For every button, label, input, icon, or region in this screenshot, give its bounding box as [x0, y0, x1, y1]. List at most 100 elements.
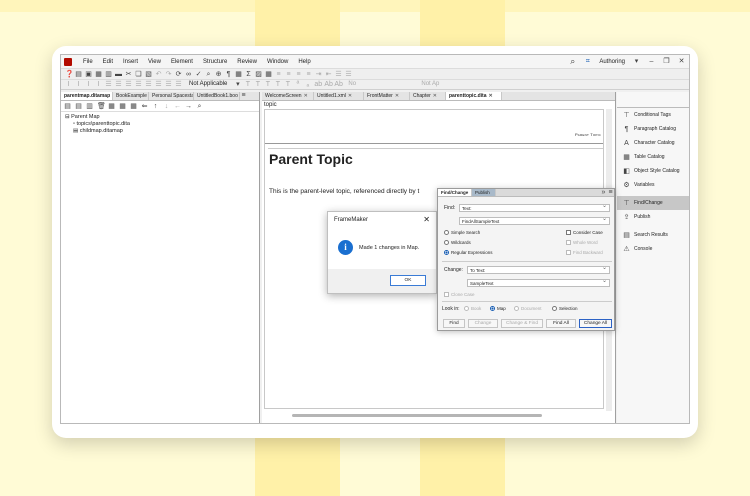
- simple-search-option[interactable]: Simple Search: [444, 230, 480, 235]
- arrow-right-icon[interactable]: →: [185, 103, 192, 110]
- tab-parenttopic[interactable]: parenttopic.dita ✕: [446, 92, 502, 100]
- find-button[interactable]: Find: [443, 319, 465, 328]
- horizontal-scrollbar[interactable]: [292, 414, 542, 417]
- map-save2-icon[interactable]: ▤: [75, 103, 82, 110]
- text-t1-icon[interactable]: T: [244, 81, 251, 88]
- arrow-left2-icon[interactable]: ←: [174, 103, 181, 110]
- close-icon[interactable]: ✕: [678, 58, 685, 65]
- cursor4-icon[interactable]: I: [95, 81, 102, 88]
- close-icon[interactable]: ✕: [489, 93, 493, 99]
- character-catalog-button[interactable]: A Character Catalog: [617, 136, 689, 150]
- para7-icon[interactable]: ☰: [165, 81, 172, 88]
- superscript-icon[interactable]: ª: [294, 81, 301, 88]
- change-and-find-button[interactable]: Change & Find: [501, 319, 543, 328]
- symbol-icon[interactable]: ¶: [225, 71, 232, 78]
- checkbox[interactable]: [566, 250, 571, 255]
- menu-help[interactable]: Help: [293, 59, 315, 65]
- frame-icon[interactable]: ⌗: [584, 58, 591, 65]
- tab-frontmatter[interactable]: FrontMatter ✕: [364, 92, 410, 100]
- object-style-catalog-button[interactable]: ◧ Object Style Catalog: [617, 164, 689, 178]
- indent-icon[interactable]: ⇥: [315, 71, 322, 78]
- search-results-button[interactable]: ▤ Search Results: [617, 228, 689, 242]
- menu-edit[interactable]: Edit: [98, 59, 118, 65]
- help-icon[interactable]: ❓: [65, 71, 74, 78]
- para3-icon[interactable]: ☰: [125, 81, 132, 88]
- save-icon[interactable]: ▦: [95, 71, 102, 78]
- checkbox[interactable]: [566, 240, 571, 245]
- close-icon[interactable]: ✕: [395, 93, 399, 99]
- radio[interactable]: [444, 230, 449, 235]
- radio[interactable]: [464, 306, 469, 311]
- menu-file[interactable]: File: [78, 59, 98, 65]
- abc-icon[interactable]: ab: [314, 81, 322, 88]
- arrow-down-icon[interactable]: ↓: [163, 103, 170, 110]
- close-icon[interactable]: ✕: [423, 215, 430, 224]
- find-icon[interactable]: ⌕: [205, 71, 212, 78]
- tree-item-topic[interactable]: ▫ topics\parenttopic.dita: [61, 121, 259, 128]
- subscript-icon[interactable]: ₐ: [304, 81, 311, 88]
- list-icon[interactable]: ☰: [335, 71, 342, 78]
- minimize-icon[interactable]: –: [648, 58, 655, 65]
- chevron-down-icon[interactable]: ▾: [234, 81, 241, 88]
- outdent-icon[interactable]: ⇤: [325, 71, 332, 78]
- para4-icon[interactable]: ☰: [135, 81, 142, 88]
- zoom-icon[interactable]: ⊕: [215, 71, 222, 78]
- no-select[interactable]: No: [344, 80, 414, 89]
- radio[interactable]: [444, 250, 449, 255]
- tab-untitledbook[interactable]: UntitledBook1.boo: [194, 92, 240, 100]
- map-print-icon[interactable]: ▥: [86, 103, 93, 110]
- para6-icon[interactable]: ☰: [155, 81, 162, 88]
- lock-icon[interactable]: ▬: [115, 71, 122, 78]
- console-button[interactable]: ⚠ Console: [617, 242, 689, 256]
- find-change-button[interactable]: ⊤ Find/Change: [617, 196, 689, 210]
- align3-icon[interactable]: ≡: [295, 71, 302, 78]
- find-all-button[interactable]: Find All: [546, 319, 576, 328]
- radio[interactable]: [514, 306, 519, 311]
- tab-bookexample[interactable]: BookExample: [113, 92, 149, 100]
- chevron-down-icon[interactable]: ▾: [633, 58, 640, 65]
- refresh-icon[interactable]: ⟳: [175, 71, 182, 78]
- ok-button[interactable]: OK: [390, 275, 426, 286]
- print-icon[interactable]: ▥: [105, 71, 112, 78]
- change-text-input[interactable]: SampleText: [467, 278, 610, 287]
- menu-element[interactable]: Element: [166, 59, 198, 65]
- variables-button[interactable]: ⚙ Variables: [617, 178, 689, 192]
- tab-untitled1[interactable]: Untitled1.xml ✕: [314, 92, 364, 100]
- collapse-icon[interactable]: »: [600, 189, 607, 196]
- find-backward-checkbox[interactable]: Find Backward: [566, 250, 603, 255]
- change-all-button[interactable]: Change All: [579, 319, 612, 328]
- map-add3-icon[interactable]: ▦: [130, 103, 137, 110]
- menu-view[interactable]: View: [143, 59, 166, 65]
- change-button[interactable]: Change: [468, 319, 498, 328]
- menu-window[interactable]: Window: [262, 59, 293, 65]
- tab-find-change[interactable]: Find/Change: [438, 189, 472, 196]
- menu-structure[interactable]: Structure: [198, 59, 232, 65]
- menu-insert[interactable]: Insert: [118, 59, 143, 65]
- checkbox[interactable]: [444, 292, 449, 297]
- sigma-icon[interactable]: Σ: [245, 71, 252, 78]
- link-icon[interactable]: ∞: [185, 71, 192, 78]
- cursor2-icon[interactable]: I: [75, 81, 82, 88]
- spell-icon[interactable]: ✓: [195, 71, 202, 78]
- wildcards-option[interactable]: Wildcards: [444, 240, 471, 245]
- arrow-up-icon[interactable]: ↑: [152, 103, 159, 110]
- paste-icon[interactable]: ▧: [145, 71, 152, 78]
- paragraph-catalog-button[interactable]: ¶ Paragraph Catalog: [617, 122, 689, 136]
- para2-icon[interactable]: ☰: [115, 81, 122, 88]
- redo-icon[interactable]: ↷: [165, 71, 172, 78]
- cut-icon[interactable]: ✂: [125, 71, 132, 78]
- cursor-icon[interactable]: I: [65, 81, 72, 88]
- restore-icon[interactable]: ❐: [663, 58, 670, 65]
- pod-menu-icon[interactable]: ≡: [607, 189, 614, 196]
- tab-welcome[interactable]: WelcomeScreen ✕: [262, 92, 314, 100]
- tab-parentmap[interactable]: parentmap.ditamap: [61, 92, 113, 100]
- arrow-left-icon[interactable]: ⇐: [141, 103, 148, 110]
- new-icon[interactable]: ▤: [75, 71, 82, 78]
- look-in-document-option[interactable]: Document: [514, 306, 542, 311]
- text-t5-icon[interactable]: T: [284, 81, 291, 88]
- checkbox[interactable]: [566, 230, 571, 235]
- look-in-selection-option[interactable]: Selection: [552, 306, 578, 311]
- open-icon[interactable]: ▣: [85, 71, 92, 78]
- change-type-select[interactable]: To Text:: [467, 265, 610, 274]
- workspace-selector[interactable]: Authoring: [599, 59, 625, 65]
